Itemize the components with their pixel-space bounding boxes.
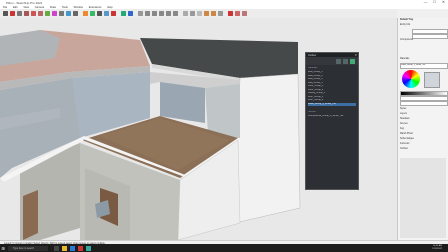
tray-section[interactable]: Match Photo (400, 133, 413, 135)
default-tray: Default Tray Entity Info Components Mate… (397, 18, 448, 240)
shaded-icon[interactable] (204, 10, 209, 16)
taskbar-search[interactable]: Type here to search (8, 245, 48, 251)
eraser-tool-icon[interactable] (10, 10, 15, 16)
components-label[interactable]: Components (400, 39, 413, 41)
tray-section[interactable]: Soften Edges (400, 138, 414, 140)
clock-date: 1/19/2022 (432, 247, 442, 250)
back-view-icon[interactable] (166, 10, 171, 16)
taskbar: ⊞ Type here to search 10:43 AM 1/19/2022 (0, 244, 448, 252)
tray-header: Default Tray (400, 19, 414, 21)
hidden-line-icon[interactable] (197, 10, 202, 16)
outliner-section-label: Scenes (308, 111, 316, 113)
right-view-icon[interactable] (159, 10, 164, 16)
section-fill-icon[interactable] (242, 10, 247, 16)
rotate-tool-icon[interactable] (52, 10, 57, 16)
tray-section[interactable]: Shadows (400, 118, 409, 120)
section-cut-icon[interactable] (235, 10, 240, 16)
list-item-selected[interactable]: Walls_Group_3_White_Tile (308, 102, 356, 106)
expand-icon[interactable] (350, 58, 355, 64)
tray-section[interactable]: Layers (400, 113, 407, 115)
paint-bucket-icon[interactable] (83, 10, 88, 16)
iso-view-icon[interactable] (138, 10, 143, 16)
tray-section[interactable]: Outliner (400, 148, 408, 150)
left-view-icon[interactable] (173, 10, 178, 16)
window-title: Pifum - SketchUp Pro 2021 (6, 0, 43, 5)
wireframe-icon[interactable] (190, 10, 195, 16)
front-view-icon[interactable] (152, 10, 157, 16)
monochrome-icon[interactable] (218, 10, 223, 16)
push-pull-tool-icon[interactable] (38, 10, 43, 16)
browser-icon[interactable] (70, 245, 75, 251)
xray-icon[interactable] (183, 10, 188, 16)
extension-icon[interactable] (128, 10, 133, 16)
app-icon[interactable] (86, 245, 91, 251)
type-field[interactable] (412, 33, 448, 39)
tray-empty-area (400, 158, 446, 238)
tray-section[interactable]: Scenes (400, 123, 408, 125)
outliner-toolbar (306, 57, 358, 65)
opacity-field[interactable] (400, 101, 448, 106)
tray-section[interactable]: Instructor (400, 143, 410, 145)
arc-tool-icon[interactable] (24, 10, 29, 16)
shaded-textures-icon[interactable] (211, 10, 216, 16)
outliner-section-label: Materials (308, 67, 318, 69)
material-swatch[interactable] (424, 72, 440, 88)
tray-section[interactable]: Fog (400, 128, 404, 130)
offset-tool-icon[interactable] (66, 10, 71, 16)
scale-tool-icon[interactable] (59, 10, 64, 16)
orbit-icon[interactable] (90, 10, 95, 16)
details-icon[interactable] (343, 58, 348, 64)
line-tool-icon[interactable] (17, 10, 22, 16)
color-wheel[interactable] (402, 70, 420, 88)
select-tool-icon[interactable] (3, 10, 8, 16)
tape-measure-icon[interactable] (73, 10, 78, 16)
search-placeholder: Type here to search (13, 246, 35, 250)
entity-info-label[interactable]: Entity Info (400, 24, 410, 26)
zoom-extents-icon[interactable] (111, 10, 116, 16)
material-name-field[interactable]: Walls_Group_3_White_Tile (400, 63, 448, 69)
materials-label[interactable]: Materials (400, 58, 409, 60)
outliner-panel[interactable]: Outliner ✕ Materials Wall_Group_1 Wall_G… (305, 52, 359, 190)
rectangle-tool-icon[interactable] (31, 10, 36, 16)
taskbar-clock[interactable]: 10:43 AM 1/19/2022 (432, 245, 442, 251)
task-view-icon[interactable] (54, 245, 59, 251)
file-explorer-icon[interactable] (62, 245, 67, 251)
warehouse-icon[interactable] (121, 10, 126, 16)
list-item[interactable]: Components_Group_3_White_Tile (308, 115, 356, 118)
top-view-icon[interactable] (145, 10, 150, 16)
filter-icon[interactable] (336, 58, 341, 64)
tray-section[interactable]: Styles (400, 108, 406, 110)
windows-start-icon[interactable]: ⊞ (2, 246, 7, 251)
section-plane-icon[interactable] (228, 10, 233, 16)
move-tool-icon[interactable] (45, 10, 50, 16)
pan-icon[interactable] (97, 10, 102, 16)
zoom-icon[interactable] (104, 10, 109, 16)
sketchup-icon[interactable] (78, 245, 83, 251)
